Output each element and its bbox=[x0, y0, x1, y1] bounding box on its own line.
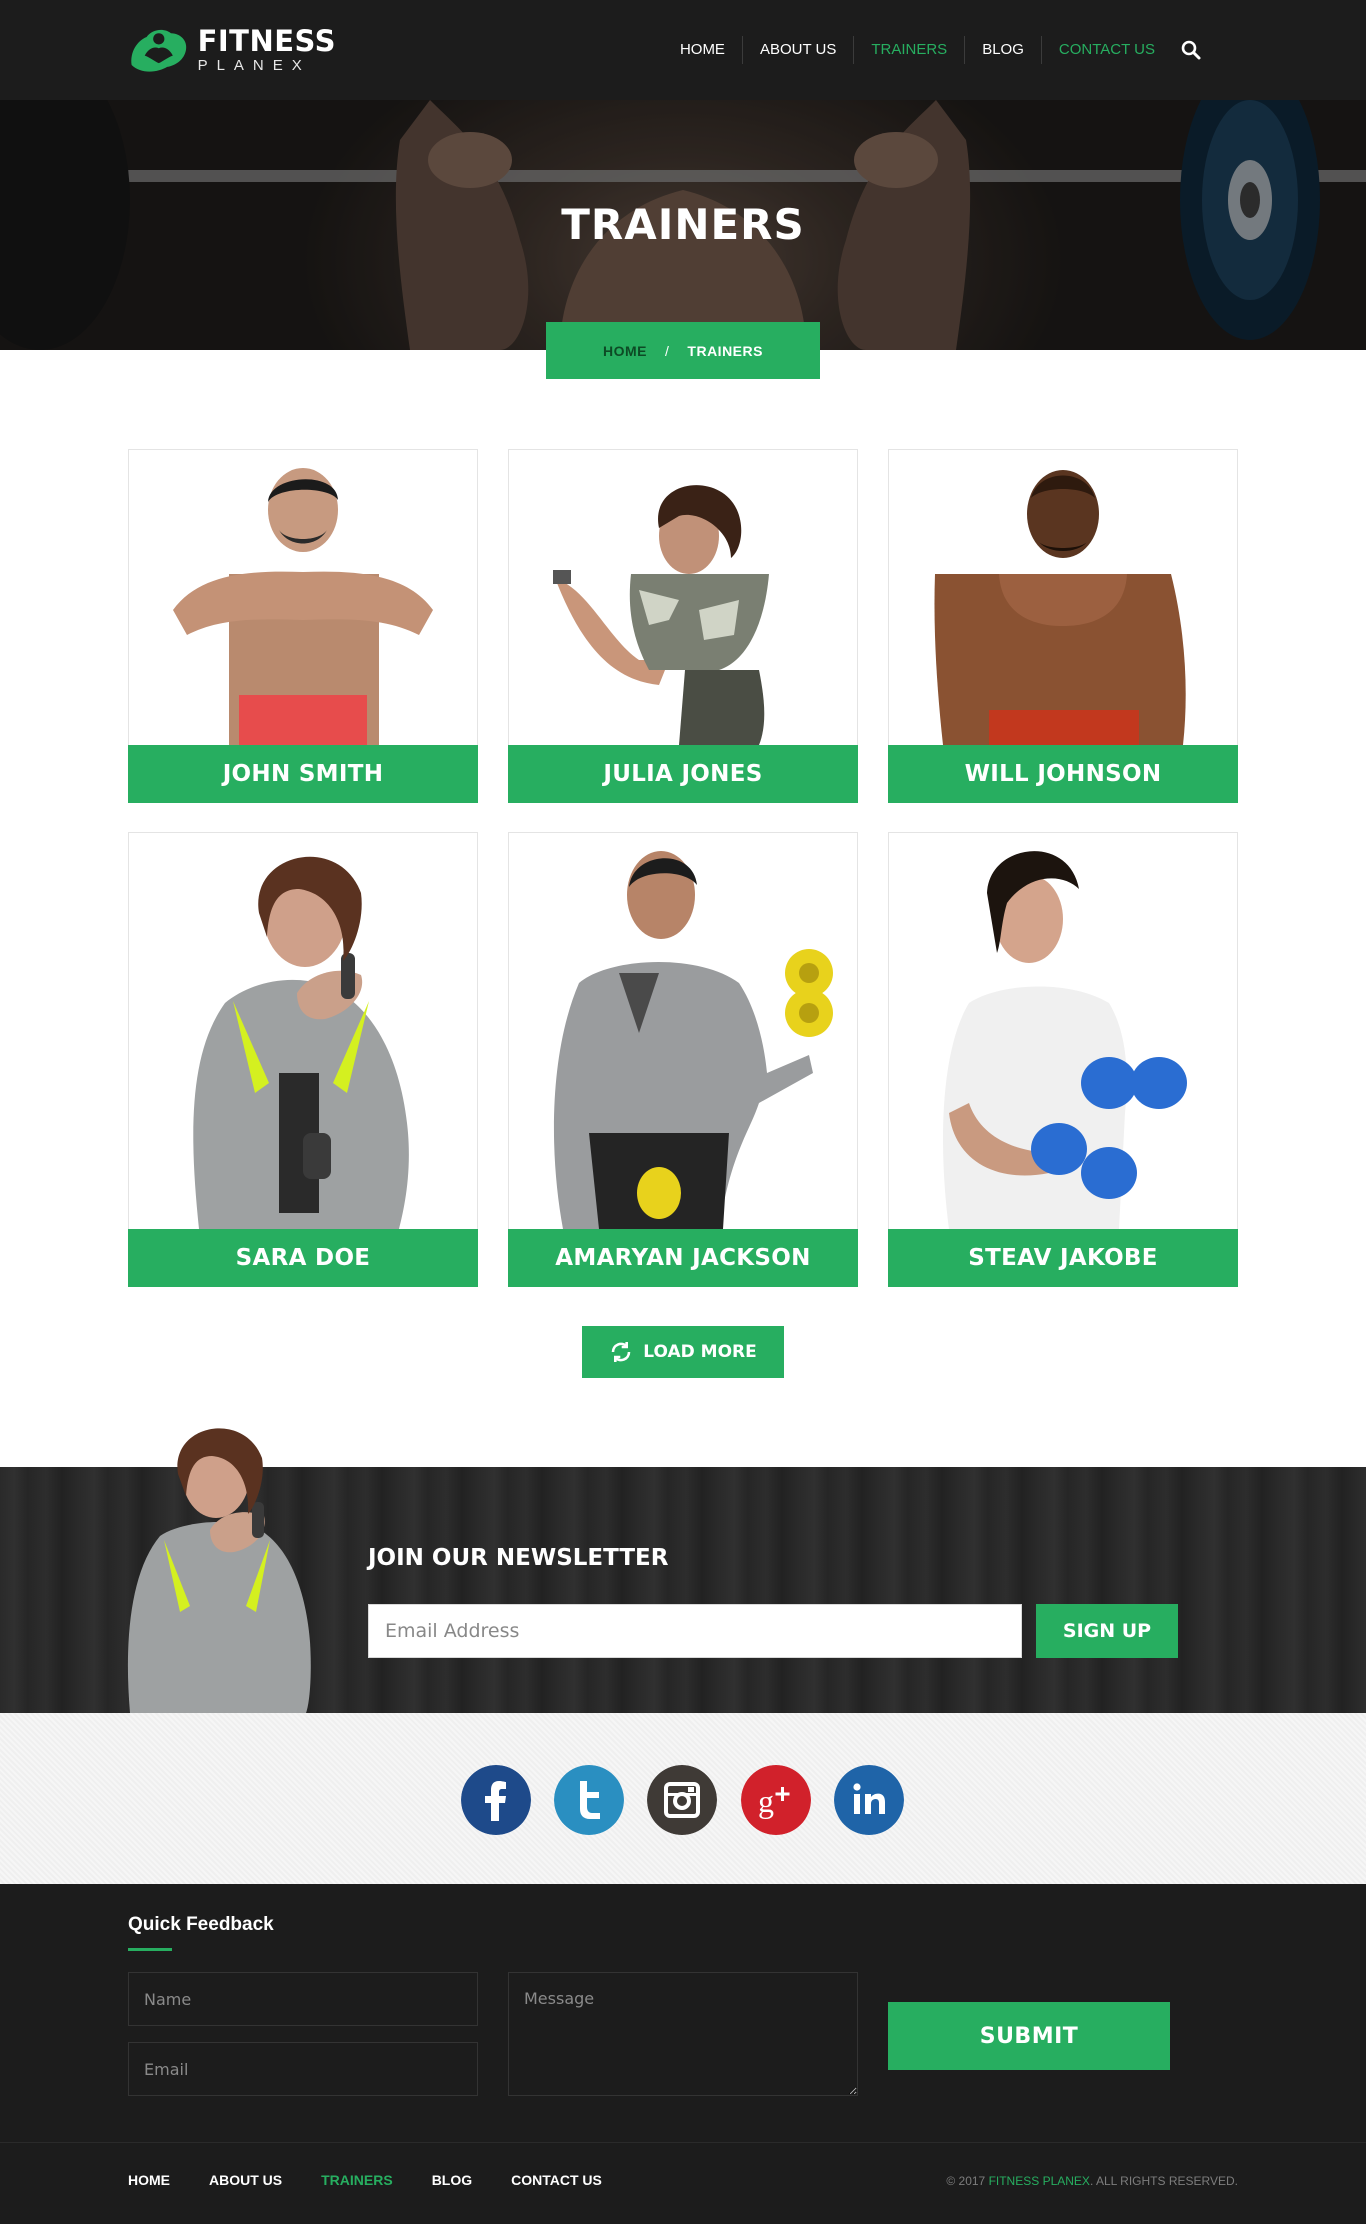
newsletter-title: JOIN OUR NEWSLETTER bbox=[368, 1545, 669, 1571]
copyright-brand[interactable]: FITNESS PLANEX bbox=[989, 2174, 1090, 2188]
linkedin-icon[interactable] bbox=[834, 1765, 904, 1835]
newsletter-email-input[interactable] bbox=[368, 1604, 1022, 1658]
trainer-card[interactable]: AMARYAN JACKSON bbox=[508, 832, 858, 1287]
trainer-photo bbox=[889, 450, 1237, 745]
copyright-prefix: © 2017 bbox=[946, 2174, 986, 2188]
logo-title: FITNESS bbox=[197, 24, 336, 58]
trainer-card[interactable]: STEAV JAKOBE bbox=[888, 832, 1238, 1287]
page-title: TRAINERS bbox=[561, 200, 805, 249]
search-icon[interactable] bbox=[1180, 39, 1202, 61]
sign-up-button[interactable]: SIGN UP bbox=[1036, 1604, 1178, 1658]
nav-about-us[interactable]: ABOUT US bbox=[743, 36, 855, 64]
feedback-name-input[interactable] bbox=[128, 1972, 478, 2026]
breadcrumb-separator: / bbox=[665, 342, 670, 359]
trainer-card[interactable]: SARA DOE bbox=[128, 832, 478, 1287]
facebook-icon[interactable] bbox=[461, 1765, 531, 1835]
trainer-card[interactable]: JULIA JONES bbox=[508, 449, 858, 803]
trainer-card[interactable]: WILL JOHNSON bbox=[888, 449, 1238, 803]
footer-link-blog[interactable]: BLOG bbox=[432, 2172, 472, 2188]
footer-link-trainers[interactable]: TRAINERS bbox=[321, 2172, 393, 2188]
trainer-name: JULIA JONES bbox=[508, 745, 858, 803]
footer-divider bbox=[0, 2142, 1366, 2143]
main-nav: HOME ABOUT US TRAINERS BLOG CONTACT US bbox=[663, 36, 1202, 64]
nav-contact-us[interactable]: CONTACT US bbox=[1042, 36, 1172, 64]
trainer-photo bbox=[889, 833, 1237, 1229]
trainer-photo bbox=[129, 833, 477, 1229]
trainer-name: SARA DOE bbox=[128, 1229, 478, 1287]
twitter-icon[interactable] bbox=[554, 1765, 624, 1835]
nav-blog[interactable]: BLOG bbox=[965, 36, 1042, 64]
breadcrumb-current: TRAINERS bbox=[687, 342, 763, 359]
newsletter-trainer-image bbox=[127, 1428, 311, 1713]
hero-banner: TRAINERS bbox=[0, 100, 1366, 350]
trainer-name: WILL JOHNSON bbox=[888, 745, 1238, 803]
feedback-email-input[interactable] bbox=[128, 2042, 478, 2096]
refresh-icon bbox=[611, 1342, 631, 1362]
copyright: © 2017 FITNESS PLANEX. ALL RIGHTS RESERV… bbox=[946, 2174, 1238, 2188]
footer-link-home[interactable]: HOME bbox=[128, 2172, 170, 2188]
trainer-photo bbox=[509, 833, 857, 1229]
trainer-photo bbox=[129, 450, 477, 745]
feedback-title: Quick Feedback bbox=[128, 1914, 274, 1935]
breadcrumb: HOME / TRAINERS bbox=[546, 322, 820, 379]
submit-button[interactable]: SUBMIT bbox=[888, 2002, 1170, 2070]
site-header: FITNESS PLANEX HOME ABOUT US TRAINERS BL… bbox=[0, 0, 1366, 100]
feedback-title-underline bbox=[128, 1948, 172, 1951]
nav-home[interactable]: HOME bbox=[663, 36, 743, 64]
feedback-message-input[interactable] bbox=[508, 1972, 858, 2096]
footer-link-about-us[interactable]: ABOUT US bbox=[209, 2172, 282, 2188]
instagram-icon[interactable] bbox=[647, 1765, 717, 1835]
trainer-name: JOHN SMITH bbox=[128, 745, 478, 803]
trainer-name: STEAV JAKOBE bbox=[888, 1229, 1238, 1287]
logo[interactable]: FITNESS PLANEX bbox=[126, 22, 336, 80]
trainer-photo bbox=[509, 450, 857, 745]
logo-icon bbox=[131, 29, 187, 72]
trainer-card[interactable]: JOHN SMITH bbox=[128, 449, 478, 803]
footer-link-contact-us[interactable]: CONTACT US bbox=[511, 2172, 602, 2188]
trainer-name: AMARYAN JACKSON bbox=[508, 1229, 858, 1287]
breadcrumb-home[interactable]: HOME bbox=[603, 343, 647, 359]
copyright-suffix: . ALL RIGHTS RESERVED. bbox=[1089, 2174, 1238, 2188]
load-more-label: LOAD MORE bbox=[643, 1342, 757, 1362]
google-plus-icon[interactable]: g bbox=[741, 1765, 811, 1835]
nav-trainers[interactable]: TRAINERS bbox=[854, 36, 966, 64]
footer-nav: HOME ABOUT US TRAINERS BLOG CONTACT US bbox=[128, 2172, 641, 2188]
logo-subtitle: PLANEX bbox=[197, 57, 311, 74]
svg-text:g: g bbox=[758, 1783, 774, 1819]
load-more-button[interactable]: LOAD MORE bbox=[582, 1326, 784, 1378]
